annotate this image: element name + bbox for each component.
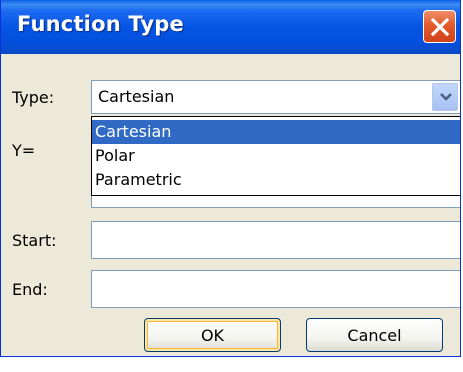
type-dropdown-list: Cartesian Polar Parametric: [91, 116, 460, 196]
title-bar: Function Type: [1, 0, 460, 54]
end-label: End:: [12, 280, 48, 299]
cancel-button[interactable]: Cancel: [306, 318, 443, 352]
end-input[interactable]: [91, 270, 460, 308]
dropdown-option-parametric[interactable]: Parametric: [92, 168, 460, 192]
type-label: Type:: [12, 88, 55, 107]
dialog-title: Function Type: [17, 12, 184, 36]
type-select[interactable]: Cartesian: [91, 80, 460, 114]
function-type-dialog: Function Type Type: Cartesian Y= Cartesi…: [0, 0, 461, 357]
dropdown-option-cartesian[interactable]: Cartesian: [92, 120, 460, 144]
type-select-value: Cartesian: [98, 87, 175, 106]
close-button[interactable]: [423, 10, 456, 43]
y-label: Y=: [12, 141, 36, 160]
dropdown-option-polar[interactable]: Polar: [92, 144, 460, 168]
type-select-dropdown-button[interactable]: [432, 83, 458, 111]
ok-button[interactable]: OK: [144, 318, 281, 352]
start-input[interactable]: [91, 221, 460, 259]
start-label: Start:: [12, 231, 57, 250]
